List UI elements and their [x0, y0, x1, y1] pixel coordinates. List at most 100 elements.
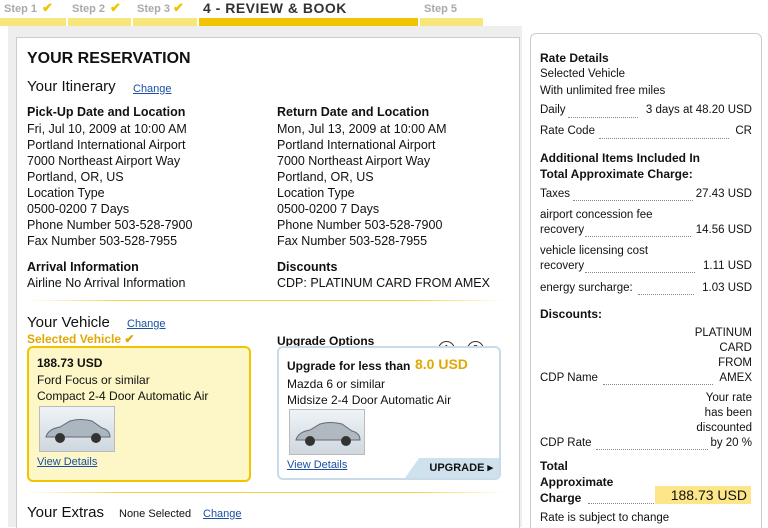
dot-leader	[568, 117, 638, 118]
arrival-heading: Arrival Information	[27, 260, 139, 274]
energy-label: energy surcharge:	[540, 282, 633, 294]
return-line: Phone Number 503-528-7900	[277, 218, 443, 232]
reservation-panel: YOUR RESERVATION Your Itinerary Change P…	[16, 37, 520, 528]
daily-label: Daily	[540, 104, 566, 116]
return-line: Mon, Jul 13, 2009 at 10:00 AM	[277, 122, 447, 136]
airport-fee-label-2: recovery	[540, 224, 585, 236]
vehicle-view-details-link[interactable]: View Details	[37, 456, 97, 468]
cdp-rate-label: CDP Rate	[540, 437, 592, 449]
upgrade-button[interactable]: UPGRADE ▸	[405, 458, 499, 478]
step-5: Step 5	[420, 0, 483, 26]
vehicle-change-link[interactable]: Change	[127, 318, 166, 330]
rate-code-value: CR	[735, 125, 752, 137]
pickup-line: Portland, OR, US	[27, 170, 124, 184]
rate-note: discounted	[696, 422, 752, 434]
pickup-heading: Pick-Up Date and Location	[27, 105, 186, 119]
upgrade-card: Upgrade for less than 8.0 USD Mazda 6 or…	[277, 346, 501, 480]
pickup-line: Fri, Jul 10, 2009 at 10:00 AM	[27, 122, 187, 136]
step-bar	[199, 18, 418, 26]
check-icon: ✔	[173, 0, 184, 15]
return-heading: Return Date and Location	[277, 105, 430, 119]
car-image	[39, 406, 115, 452]
extras-title: Your Extras	[27, 504, 104, 521]
progress-steps: Step 1 ✔ Step 2 ✔ Step 3 ✔ 4 - REVIEW & …	[0, 0, 768, 26]
car-icon	[45, 419, 111, 443]
cdp-rate-value: by 20 %	[710, 437, 752, 449]
return-line: 7000 Northeast Airport Way	[277, 154, 431, 168]
energy-value: 1.03 USD	[702, 282, 752, 294]
additional-items-title-2: Total Approximate Charge:	[540, 167, 693, 181]
selected-vehicle-card: 188.73 USD Ford Focus or similar Compact…	[27, 346, 251, 482]
cdp-name-label: CDP Name	[540, 372, 598, 384]
step-1-label: Step 1	[4, 3, 38, 15]
step-bar	[133, 18, 197, 26]
pickup-line: Fax Number 503-528-7955	[27, 234, 178, 248]
total-label: Total	[540, 459, 568, 473]
vehicle-title: Your Vehicle	[27, 314, 110, 331]
cdp-name-value: FROM	[718, 357, 752, 369]
upgrade-class: Midsize 2-4 Door Automatic Air	[287, 393, 452, 407]
car-image	[289, 409, 365, 455]
taxes-label: Taxes	[540, 188, 571, 200]
rate-subject-note: Rate is subject to change	[540, 512, 670, 524]
rate-note: Your rate	[705, 392, 752, 404]
step-3[interactable]: Step 3 ✔	[133, 0, 197, 26]
check-icon: ✔	[42, 0, 53, 15]
airport-fee-label: airport concession fee	[540, 209, 653, 221]
vlc-label-2: recovery	[540, 260, 585, 272]
check-icon: ✔	[110, 0, 121, 15]
dot-leader	[596, 449, 708, 450]
extras-change-link[interactable]: Change	[203, 508, 242, 520]
dot-leader	[585, 236, 691, 237]
step-2-label: Step 2	[72, 3, 106, 15]
step-5-label: Step 5	[424, 3, 458, 15]
daily-value: 3 days at 48.20 USD	[645, 104, 752, 116]
upgrade-price: 8.0 USD	[415, 356, 468, 372]
selected-vehicle-label: Selected Vehicle ✔	[27, 332, 135, 346]
return-line: Location Type	[277, 186, 355, 200]
return-line: Fax Number 503-528-7955	[277, 234, 428, 248]
total-label: Charge	[540, 491, 582, 505]
unlimited-miles-text: With unlimited free miles	[540, 85, 666, 97]
vehicle-price: 188.73 USD	[37, 356, 103, 370]
rate-note: has been	[704, 407, 752, 419]
itinerary-change-link[interactable]: Change	[133, 83, 172, 95]
return-line: Portland, OR, US	[277, 170, 374, 184]
additional-items-title: Additional Items Included In	[540, 151, 701, 165]
step-3-label: Step 3	[137, 3, 171, 15]
return-line: Portland International Airport	[277, 138, 436, 152]
total-label: Approximate	[540, 475, 614, 489]
discounts-heading: Discounts	[277, 260, 338, 274]
pickup-line: 0500-0200 7 Days	[27, 202, 130, 216]
pickup-line: Portland International Airport	[27, 138, 186, 152]
step-bar	[420, 18, 483, 26]
vehicle-class: Compact 2-4 Door Automatic Air	[37, 389, 209, 403]
arrival-text: Airline No Arrival Information	[27, 276, 186, 290]
step-1[interactable]: Step 1 ✔	[0, 0, 66, 26]
rate-details-title: Rate Details	[540, 51, 609, 65]
divider	[27, 492, 507, 493]
itinerary-title: Your Itinerary	[27, 78, 116, 95]
dot-leader	[603, 384, 713, 385]
discounts-text: CDP: PLATINUM CARD FROM AMEX	[277, 276, 490, 290]
divider	[27, 300, 507, 301]
step-bar	[68, 18, 131, 26]
dot-leader	[573, 200, 693, 201]
page-title: YOUR RESERVATION	[27, 50, 191, 67]
step-bar	[0, 18, 66, 26]
cdp-name-value: PLATINUM	[694, 327, 752, 339]
vlc-value: 1.11 USD	[702, 260, 752, 272]
step-2[interactable]: Step 2 ✔	[68, 0, 131, 26]
pickup-line: Location Type	[27, 186, 105, 200]
return-line: 0500-0200 7 Days	[277, 202, 380, 216]
dot-leader	[599, 138, 729, 139]
cdp-name-value: AMEX	[719, 372, 752, 384]
pickup-line: 7000 Northeast Airport Way	[27, 154, 181, 168]
vehicle-model: Ford Focus or similar	[37, 373, 150, 387]
upgrade-view-details-link[interactable]: View Details	[287, 459, 347, 471]
discounts-title: Discounts:	[540, 307, 603, 321]
vlc-label: vehicle licensing cost	[540, 245, 649, 257]
dot-leader	[638, 294, 694, 295]
rate-code-label: Rate Code	[540, 125, 595, 137]
pickup-line: Phone Number 503-528-7900	[27, 218, 193, 232]
